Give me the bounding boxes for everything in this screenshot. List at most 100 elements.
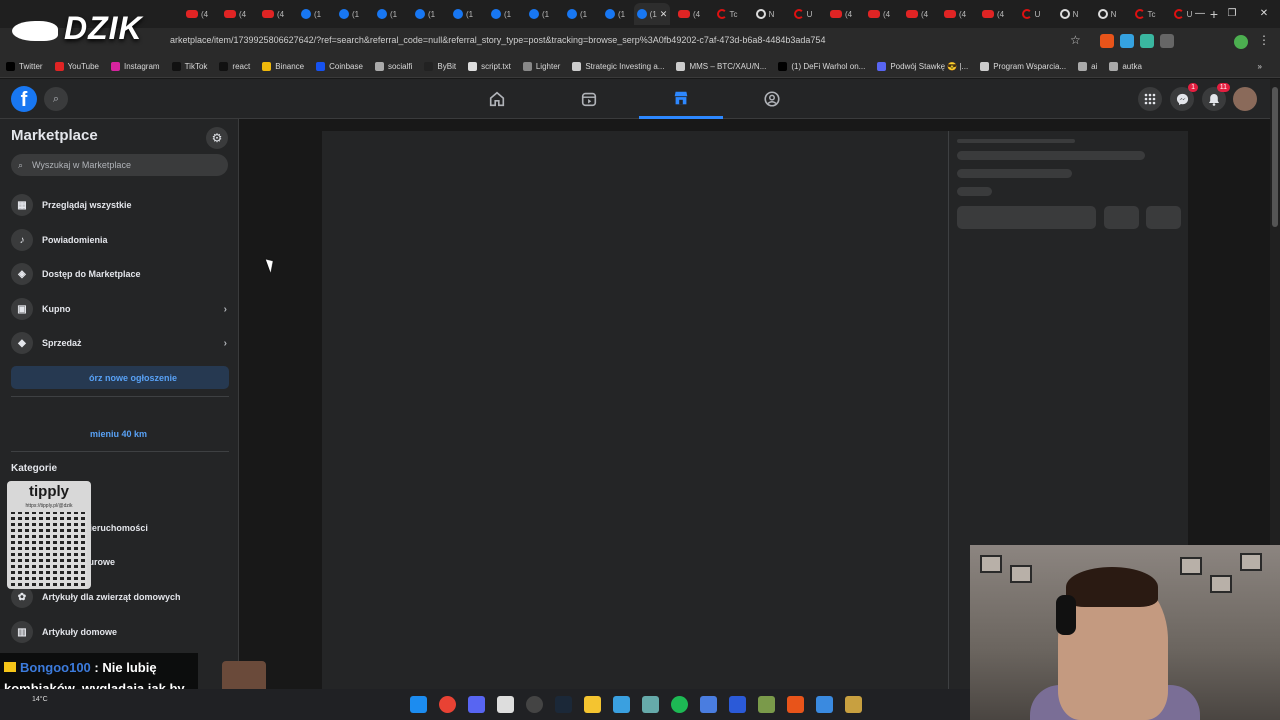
browser-tab[interactable]: (1 <box>482 3 520 25</box>
browser-profile-avatar[interactable] <box>1232 33 1250 51</box>
bookmark-item[interactable]: Strategic Investing a... <box>572 62 664 71</box>
scrollbar-thumb[interactable] <box>1272 87 1278 227</box>
folder-icon[interactable] <box>584 696 601 713</box>
sidebar-item-tag[interactable]: ◆ Sprzedaż › <box>11 330 229 356</box>
brave-icon[interactable] <box>787 696 804 713</box>
browser-tab[interactable]: (1 ✕ <box>634 3 670 25</box>
search-icon[interactable]: ⌕ <box>44 87 68 111</box>
bookmark-star-icon[interactable]: ☆ <box>1070 33 1081 47</box>
start-icon[interactable] <box>410 696 427 713</box>
browser-menu-icon[interactable]: ⋮ <box>1258 33 1270 47</box>
bookmark-item[interactable]: Binance <box>262 62 304 71</box>
app-icon[interactable] <box>642 696 659 713</box>
sidebar-item-bell[interactable]: ♪ Powiadomienia <box>11 227 229 253</box>
browser-tab[interactable]: Tc <box>1126 3 1164 25</box>
browser-tab[interactable]: (1 <box>330 3 368 25</box>
bookmark-item[interactable]: autka <box>1109 62 1142 71</box>
minimize-icon[interactable]: — <box>1184 0 1216 28</box>
browser-tab[interactable]: U <box>784 3 822 25</box>
bookmark-item[interactable]: ByBit <box>424 62 456 71</box>
extension-icon[interactable] <box>1100 34 1114 48</box>
bookmark-item[interactable]: YouTube <box>54 62 99 71</box>
bookmark-item[interactable]: react <box>219 62 250 71</box>
browser-tab[interactable]: (1 <box>406 3 444 25</box>
browser-tab[interactable]: N <box>1050 3 1088 25</box>
browser-tab[interactable]: (4 <box>216 3 254 25</box>
bookmark-item[interactable]: (1) DeFi Warhol on... <box>778 62 865 71</box>
app-icon[interactable] <box>613 696 630 713</box>
marketplace-nav-icon[interactable] <box>639 79 723 119</box>
browser-tab[interactable]: (4 <box>860 3 898 25</box>
browser-tab[interactable]: (1 <box>292 3 330 25</box>
steam-icon[interactable] <box>555 696 572 713</box>
browser-tab[interactable]: (4 <box>936 3 974 25</box>
bookmark-item[interactable]: socialfi <box>374 62 412 71</box>
app-icon[interactable] <box>758 696 775 713</box>
browser-tab[interactable]: (4 <box>898 3 936 25</box>
browser-tab[interactable]: Tc <box>708 3 746 25</box>
location-radius-link[interactable]: mieniu 40 km <box>90 429 147 439</box>
browser-tab[interactable]: (4 <box>178 3 216 25</box>
bookmark-item[interactable]: Coinbase <box>316 62 363 71</box>
browser-tab[interactable]: (4 <box>822 3 860 25</box>
bookmark-item[interactable]: Instagram <box>111 62 160 71</box>
bookmark-item[interactable]: Podwój Stawkę 😎 |... <box>877 62 968 71</box>
bookmark-item[interactable]: script.txt <box>468 62 511 71</box>
close-tab-icon[interactable]: ✕ <box>660 9 668 20</box>
browser-tab[interactable]: (1 <box>368 3 406 25</box>
settings-gear-icon[interactable]: ⚙ <box>206 127 228 149</box>
close-window-icon[interactable]: ✕ <box>1248 0 1280 28</box>
groups-nav-icon[interactable] <box>730 79 814 119</box>
restore-icon[interactable]: ❐ <box>1216 0 1248 28</box>
sidebar-item-shield[interactable]: ◈ Dostęp do Marketplace <box>11 261 229 287</box>
bookmark-item[interactable]: Program Wsparcia... <box>980 62 1066 71</box>
app-icon[interactable] <box>526 696 543 713</box>
app-icon[interactable] <box>700 696 717 713</box>
notifications-icon[interactable]: 11 <box>1202 83 1230 111</box>
browser-tab[interactable]: (4 <box>670 3 708 25</box>
app-icon[interactable] <box>729 696 746 713</box>
extension-icon[interactable] <box>1120 34 1134 48</box>
discord-icon[interactable] <box>468 696 485 713</box>
tab-label: (4 <box>958 9 967 19</box>
sidebar-item-store[interactable]: ▦ Przeglądaj wszystkie <box>11 192 229 218</box>
extension-icon[interactable] <box>1140 34 1154 48</box>
browser-tab[interactable]: N <box>1088 3 1126 25</box>
bookmark-item[interactable]: ai <box>1078 62 1097 71</box>
browser-tab[interactable]: (4 <box>254 3 292 25</box>
messenger-icon[interactable]: 1 <box>1170 83 1198 111</box>
create-listing-button[interactable]: órz nowe ogłoszenie <box>11 366 229 389</box>
bookmark-item[interactable]: Twitter <box>6 62 43 71</box>
bookmark-item[interactable]: MMS – BTC/XAU/N... <box>676 62 766 71</box>
bookmark-item[interactable]: TikTok <box>171 62 207 71</box>
spotify-icon[interactable] <box>671 696 688 713</box>
bookmark-item[interactable]: Lighter <box>522 62 560 71</box>
app-icon[interactable] <box>497 696 514 713</box>
app-icon[interactable] <box>845 696 862 713</box>
browser-tab[interactable]: (4 <box>974 3 1012 25</box>
home-nav-icon[interactable] <box>455 79 539 119</box>
tab-label: N <box>1072 9 1079 19</box>
chrome-icon[interactable] <box>439 696 456 713</box>
category-item[interactable]: ▥ Artykuły domowe <box>11 619 229 645</box>
weather-widget[interactable]: 14°C <box>32 696 48 703</box>
browser-tab[interactable]: (1 <box>596 3 634 25</box>
puzzle-icon[interactable] <box>1160 34 1174 48</box>
browser-tab[interactable]: U <box>1012 3 1050 25</box>
menu-grid-icon[interactable] <box>1138 87 1162 111</box>
browser-tab[interactable]: N <box>746 3 784 25</box>
video-nav-icon[interactable] <box>547 79 631 119</box>
loading-icon <box>572 62 582 71</box>
marketplace-search-input[interactable]: ⌕ Wyszukaj w Marketplace <box>11 154 228 176</box>
more-bookmarks-icon[interactable]: » <box>1258 62 1262 71</box>
facebook-logo[interactable]: f <box>11 86 37 112</box>
user-avatar[interactable] <box>1233 87 1257 111</box>
browser-tab[interactable]: (1 <box>444 3 482 25</box>
sidebar-item-bag[interactable]: ▣ Kupno › <box>11 296 229 322</box>
browser-tab[interactable]: (1 <box>558 3 596 25</box>
tiktok-icon <box>219 62 229 71</box>
browser-tab[interactable]: (1 <box>520 3 558 25</box>
shield-icon: ◈ <box>11 263 33 285</box>
url-field[interactable]: arketplace/item/1739925806627642/?ref=se… <box>170 35 825 45</box>
notepad-icon[interactable] <box>816 696 833 713</box>
